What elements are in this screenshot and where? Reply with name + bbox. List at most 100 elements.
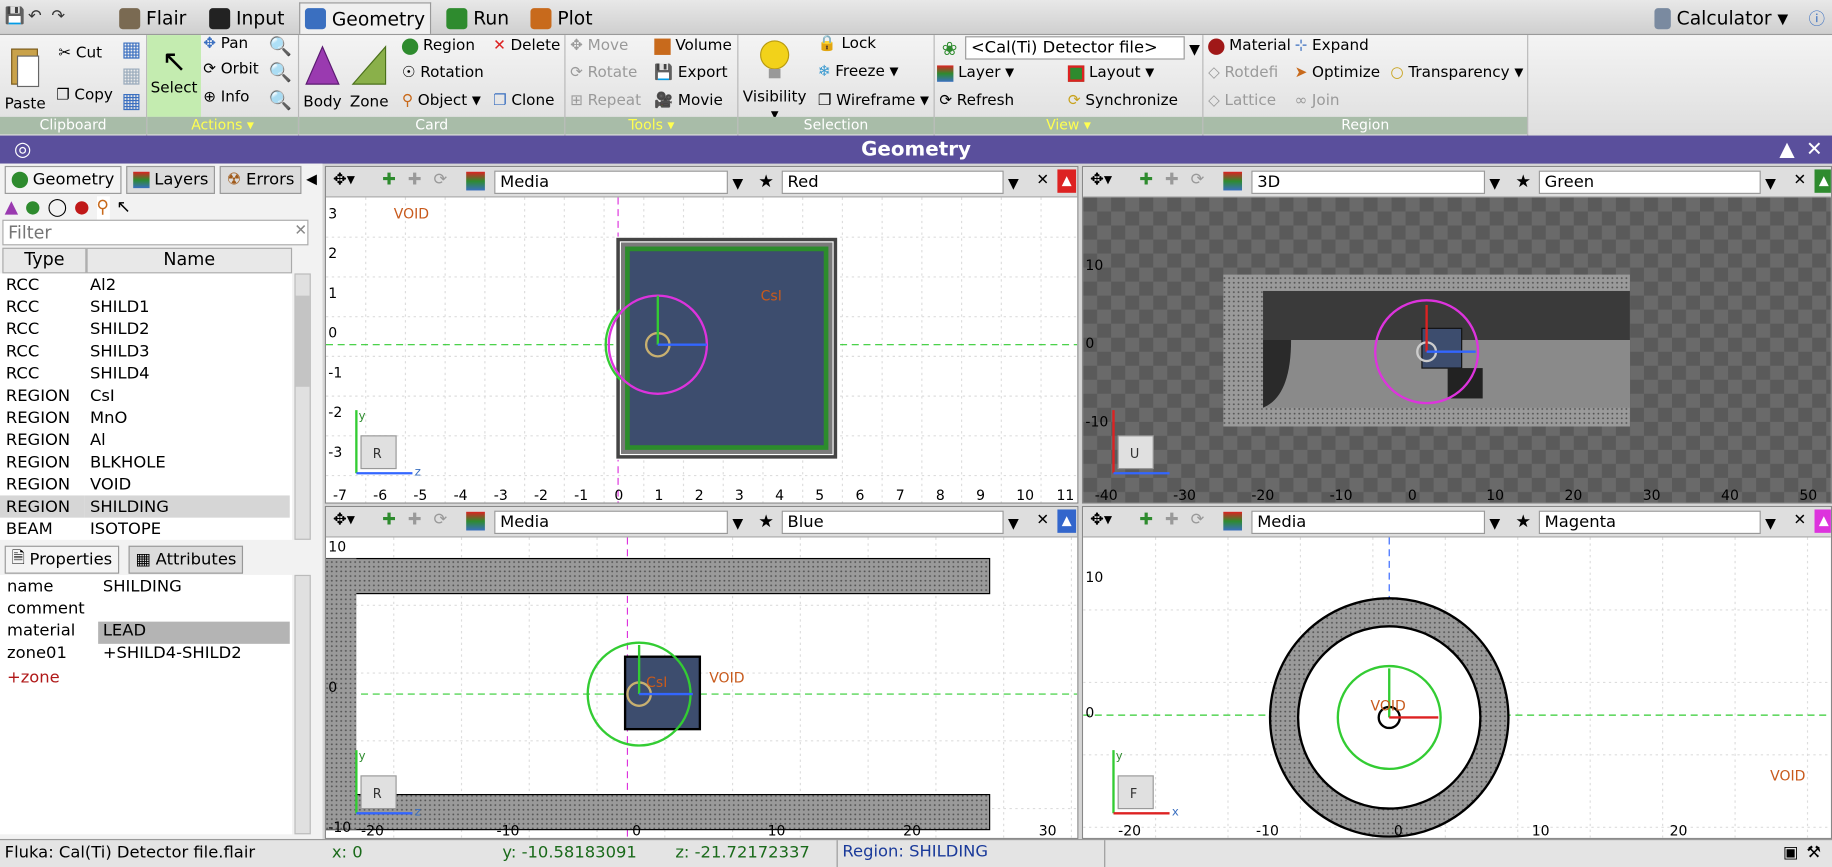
- star-icon[interactable]: ★: [758, 171, 774, 192]
- pan-button[interactable]: ✥ Pan: [203, 35, 248, 53]
- tabs-scroll-left-icon[interactable]: ◀: [306, 171, 317, 187]
- cut-button[interactable]: ✂ Cut: [58, 44, 102, 62]
- filter-body-icon[interactable]: ▲: [5, 196, 18, 219]
- color-combo[interactable]: Magenta ▼: [1538, 510, 1776, 535]
- color-combo[interactable]: Blue ▼: [781, 510, 1019, 535]
- export-button[interactable]: 💾 Export: [654, 64, 727, 82]
- tab-run[interactable]: Run: [442, 2, 514, 34]
- viewport-plot[interactable]: VOID VOID Fy x -20 -10 0 10 20 10 0: [1083, 537, 1831, 838]
- filter-zone-icon[interactable]: ◯: [47, 196, 67, 219]
- viewport-plot[interactable]: CsI VOID Ry z -20 -10 0 10 20 30 10 0 -10: [325, 537, 1078, 838]
- tab-layers[interactable]: Layers: [126, 165, 216, 194]
- movie-button[interactable]: 🎥 Movie: [654, 92, 723, 110]
- crosshair-icon[interactable]: ✥▾: [1090, 511, 1112, 530]
- next-icon[interactable]: ✚: [1165, 511, 1179, 530]
- star-icon[interactable]: ★: [758, 511, 774, 532]
- viewport-close-icon[interactable]: ✕: [1036, 172, 1049, 190]
- filter-input[interactable]: [2, 219, 309, 246]
- property-value[interactable]: LEAD: [98, 621, 290, 644]
- viewport-plot[interactable]: VOID CsI Ry z -7 -6 -5 -4 -3 -2 -1 0 1 2 3 4 5 6 7 8 9 10 11 3 2…: [325, 197, 1078, 503]
- tab-plot[interactable]: Plot: [526, 2, 597, 34]
- rotdefi-button[interactable]: ◇ Rotdefi: [1208, 64, 1278, 82]
- list-item[interactable]: REGION CsI: [0, 384, 290, 406]
- zone-button[interactable]: Zone: [348, 44, 390, 111]
- maximize-icon[interactable]: ▲: [1779, 136, 1794, 164]
- list-item[interactable]: REGION Al: [0, 429, 290, 451]
- save-icon[interactable]: 💾: [5, 7, 25, 26]
- list-item[interactable]: REGION VOID: [0, 473, 290, 495]
- crosshair-icon[interactable]: ✥▾: [333, 171, 355, 190]
- property-value[interactable]: +SHILD4-SHILD2: [98, 644, 290, 666]
- filter-cursor-icon[interactable]: ↖: [116, 196, 131, 219]
- viewport-close-icon[interactable]: ✕: [1793, 172, 1806, 190]
- tab-geometry-list[interactable]: Geometry: [4, 165, 122, 194]
- list-item[interactable]: REGION BLKHOLE: [0, 451, 290, 473]
- filter-material-icon[interactable]: ●: [74, 196, 89, 219]
- add-zone-link[interactable]: +zone: [7, 668, 60, 687]
- tab-geometry[interactable]: Geometry: [299, 2, 431, 34]
- list-scrollbar[interactable]: [294, 273, 311, 540]
- tab-errors[interactable]: ☢ Errors: [219, 165, 302, 194]
- next-icon[interactable]: ✚: [408, 171, 422, 190]
- repeat-button[interactable]: ⊞ Repeat: [570, 92, 641, 110]
- crosshair-icon[interactable]: ✥▾: [333, 511, 355, 530]
- info-button[interactable]: ⊕ Info: [203, 89, 249, 107]
- layer-button[interactable]: Layer ▼: [937, 64, 1014, 82]
- properties-scrollbar[interactable]: [294, 574, 311, 835]
- viewport-top-left[interactable]: ✥▾ ✚ ✚ ⟳ Media ▼ ★ Red ▼ ✕ ▲ VOID CsI Ry z -7 -6 -5 -4 -3 -2…: [324, 165, 1079, 504]
- zoom-out-icon[interactable]: 🔍: [269, 61, 292, 83]
- calculator-button[interactable]: Calculator ▼: [1650, 2, 1793, 34]
- viewport-max-icon[interactable]: ▲: [1814, 169, 1831, 193]
- freeze-button[interactable]: ❄ Freeze ▼: [818, 63, 899, 81]
- join-button[interactable]: ∞ Join: [1295, 92, 1340, 110]
- transparency-button[interactable]: ○ Transparency ▼: [1390, 64, 1523, 82]
- star-icon[interactable]: ★: [1515, 511, 1531, 532]
- list-item[interactable]: RCC SHILD1: [0, 296, 290, 318]
- tab-attributes[interactable]: ▦ Attributes: [128, 545, 244, 574]
- viewport-bottom-left[interactable]: ✥▾ ✚ ✚ ⟳ Media ▼ ★ Blue ▼ ✕ ▲ CsI VOID Ry z -20 -10 0 10 20…: [324, 505, 1079, 839]
- tools-group-label[interactable]: Tools ▾: [565, 116, 738, 135]
- material-button[interactable]: Material: [1208, 37, 1291, 55]
- redraw-icon[interactable]: ⟳: [433, 511, 447, 530]
- refresh-button[interactable]: ⟳ Refresh: [939, 92, 1014, 110]
- wireframe-button[interactable]: ❐ Wireframe ▼: [818, 92, 929, 110]
- filter-object-icon[interactable]: ⚲: [96, 196, 110, 220]
- object-button[interactable]: ⚲ Object ▼: [402, 92, 481, 110]
- viewport-max-icon[interactable]: ▲: [1057, 509, 1077, 533]
- close-icon[interactable]: ✕: [1806, 136, 1823, 164]
- prev-icon[interactable]: ✚: [382, 511, 396, 530]
- lattice-button[interactable]: ◇ Lattice: [1208, 92, 1276, 110]
- synchronize-button[interactable]: ⟳ Synchronize: [1068, 92, 1178, 110]
- redraw-icon[interactable]: ⟳: [1191, 171, 1205, 190]
- list-item[interactable]: RCC SHILD2: [0, 318, 290, 340]
- viewport-max-icon[interactable]: ▲: [1814, 509, 1831, 533]
- region-button[interactable]: Region: [401, 37, 475, 55]
- property-value[interactable]: SHILDING: [98, 577, 290, 599]
- color-combo[interactable]: Green ▼: [1538, 170, 1776, 194]
- viewport-max-icon[interactable]: ▲: [1057, 169, 1077, 193]
- clone-button[interactable]: ❐ Clone: [493, 92, 554, 110]
- help-icon[interactable]: ⓘ: [1809, 7, 1825, 30]
- list-item[interactable]: BEAM ISOTOPE: [0, 518, 290, 540]
- viewport-top-right[interactable]: ✥▾ ✚ ✚ ⟳ 3D ▼ ★ Green ▼ ✕ ▲ U -40 -30 -20 -10 0 10 20 30 40 5…: [1081, 165, 1832, 504]
- actions-group-label[interactable]: Actions ▾: [147, 116, 298, 135]
- star-icon[interactable]: ★: [1515, 171, 1531, 192]
- lock-button[interactable]: 🔒 Lock: [818, 35, 876, 53]
- volume-button[interactable]: Volume: [654, 37, 732, 55]
- expand-button[interactable]: ⊹ Expand: [1295, 37, 1369, 55]
- prev-icon[interactable]: ✚: [1139, 511, 1153, 530]
- body-button[interactable]: Body: [301, 44, 343, 111]
- move-button[interactable]: ✥ Move: [570, 37, 628, 55]
- next-icon[interactable]: ✚: [408, 511, 422, 530]
- prev-icon[interactable]: ✚: [1139, 171, 1153, 190]
- rotation-button[interactable]: ☉ Rotation: [402, 64, 484, 82]
- file-combo[interactable]: <Cal(Ti) Detector file> ▼: [965, 36, 1200, 60]
- list-item[interactable]: REGION MnO: [0, 407, 290, 429]
- grid-icon[interactable]: ▦: [122, 37, 142, 62]
- viewport-close-icon[interactable]: ✕: [1036, 512, 1049, 530]
- screenshot-icon[interactable]: ▣: [1783, 844, 1798, 863]
- optimize-button[interactable]: ➤ Optimize: [1295, 64, 1381, 82]
- redraw-icon[interactable]: ⟳: [1191, 511, 1205, 530]
- visibility-button[interactable]: Visibility ▾: [738, 37, 810, 124]
- filter-region-icon[interactable]: ●: [25, 196, 40, 219]
